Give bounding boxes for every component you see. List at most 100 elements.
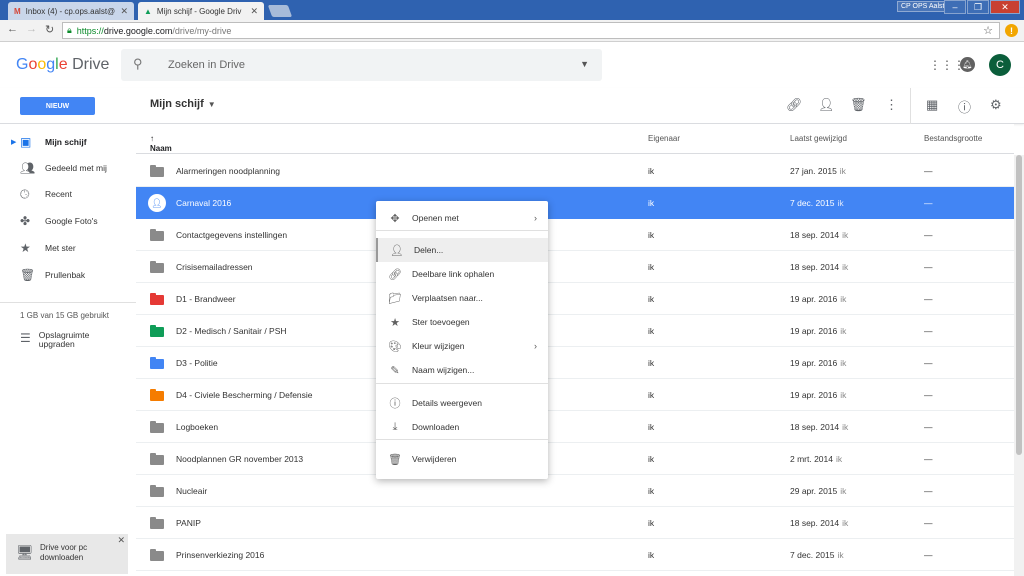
search-options-icon[interactable]: ▼ (580, 59, 589, 69)
maximize-button[interactable]: ❐ (967, 0, 989, 14)
menu-item[interactable]: 🔗︎ Deelbare link ophalen (376, 262, 548, 286)
menu-item[interactable]: 📁︎ Verplaatsen naar... (376, 286, 548, 310)
close-window-button[interactable]: ✕ (990, 0, 1020, 14)
table-row[interactable]: 👤︎ Carnaval 2016 ik 7 dec. 2015 ik — (136, 187, 1014, 219)
new-button[interactable]: NIEUW (20, 97, 95, 115)
column-size[interactable]: Bestandsgrootte (924, 134, 982, 143)
add-person-icon[interactable]: 👤︎ (818, 97, 835, 113)
modified-date: 7 dec. 2015 (790, 198, 835, 208)
new-tab-button[interactable] (267, 5, 293, 17)
column-modified[interactable]: Laatst gewijzigd (790, 134, 847, 143)
settings-gear-icon[interactable]: ⚙ (990, 97, 1002, 113)
menu-item[interactable]: ⓘ Details weergeven (376, 391, 548, 415)
forward-icon[interactable]: → (26, 23, 37, 35)
menu-item-label: Kleur wijzigen (412, 341, 465, 351)
avatar[interactable]: C (989, 54, 1011, 76)
file-modified: 18 sep. 2014 ik (790, 518, 848, 528)
table-row[interactable]: D1 - Brandweer ik 19 apr. 2016 ik — (136, 283, 1014, 315)
file-name[interactable]: Crisisemailadressen (176, 262, 253, 272)
column-name[interactable]: Naam ↑ (150, 134, 172, 153)
star-icon: ★ (390, 316, 400, 329)
tab-drive[interactable]: ▲ Mijn schijf - Google Driv ✕ (138, 2, 264, 20)
column-owner[interactable]: Eigenaar (648, 134, 680, 143)
folder-icon (150, 165, 164, 177)
search-icon[interactable]: ⚲ (133, 56, 143, 72)
folder-icon (150, 453, 164, 465)
menu-divider (376, 439, 548, 440)
menu-item-label: Details weergeven (412, 398, 482, 408)
file-name[interactable]: Alarmeringen noodplanning (176, 166, 280, 176)
file-name[interactable]: Prinsenverkiezing 2016 (176, 550, 264, 560)
file-owner: ik (648, 230, 655, 240)
minimize-button[interactable]: – (944, 0, 966, 14)
file-name[interactable]: PANIP (176, 518, 201, 528)
tab-gmail[interactable]: M Inbox (4) - cp.ops.aalst@ ✕ (8, 2, 134, 20)
sidebar-item-my-drive[interactable]: ▶ ▣ Mijn schijf (0, 129, 136, 155)
file-name[interactable]: D3 - Politie (176, 358, 218, 368)
info-icon[interactable]: ⓘ (958, 97, 971, 116)
sidebar-item-shared[interactable]: 👥︎ Gedeeld met mij (0, 155, 136, 181)
menu-item[interactable]: ⤓ Downloaden (376, 415, 548, 439)
trash-icon[interactable]: 🗑︎ (850, 97, 867, 113)
file-name[interactable]: Noodplannen GR november 2013 (176, 454, 303, 464)
upgrade-storage-link[interactable]: ☰ Opslagruimte upgraden (20, 331, 109, 349)
google-drive-logo[interactable]: Google Drive (16, 56, 109, 74)
table-row[interactable]: D3 - Politie ik 19 apr. 2016 ik — (136, 347, 1014, 379)
grid-view-icon[interactable]: ▦ (926, 97, 938, 113)
reload-icon[interactable]: ↻ (45, 23, 54, 36)
table-row[interactable]: Alarmeringen noodplanning ik 27 jan. 2015 i… (136, 155, 1014, 187)
menu-item-label: Delen... (414, 245, 444, 255)
back-icon[interactable]: ← (7, 23, 18, 35)
table-row[interactable]: Logboeken ik 18 sep. 2014 ik — (136, 411, 1014, 443)
logo-letter: g (46, 56, 56, 73)
modified-by: ik (837, 550, 844, 560)
menu-item[interactable]: ✥ Openen met › (376, 206, 548, 230)
scrollbar[interactable] (1014, 155, 1024, 576)
file-size: — (924, 550, 933, 560)
close-icon[interactable]: ✕ (120, 6, 128, 17)
url-field[interactable]: 🔒︎ https:// drive.google.com /drive/my-d… (62, 22, 1000, 39)
menu-divider (376, 230, 548, 231)
file-name[interactable]: Carnaval 2016 (176, 198, 231, 208)
file-name[interactable]: Contactgegevens instellingen (176, 230, 287, 240)
table-row[interactable]: Prinsenverkiezing 2016 ik 7 dec. 2015 ik — (136, 539, 1014, 571)
link-icon[interactable]: 🔗︎ (786, 97, 803, 113)
search-box[interactable]: ⚲ Zoeken in Drive ▼ (121, 49, 602, 81)
close-icon[interactable]: ✕ (250, 6, 258, 17)
table-row[interactable]: Noodplannen GR november 2013 ik 2 mrt. 201… (136, 443, 1014, 475)
file-name[interactable]: D2 - Medisch / Sanitair / PSH (176, 326, 287, 336)
menu-item[interactable]: ✎ Naam wijzigen... (376, 358, 548, 382)
table-row[interactable]: D4 - Civiele Bescherming / Defensie ik 19 … (136, 379, 1014, 411)
sidebar-item-photos[interactable]: ✤ Google Foto's (0, 208, 136, 234)
file-name[interactable]: D1 - Brandweer (176, 294, 236, 304)
bookmark-star-icon[interactable]: ☆ (983, 24, 993, 37)
menu-item[interactable]: 🗑︎ Verwijderen (376, 447, 548, 471)
download-promo[interactable]: 🖥︎ Drive voor pc downloaden ✕ (6, 534, 128, 574)
table-row[interactable]: Crisisemailadressen ik 18 sep. 2014 ik — (136, 251, 1014, 283)
scrollbar-thumb[interactable] (1016, 155, 1022, 455)
file-name[interactable]: Logboeken (176, 422, 218, 432)
window-user-badge[interactable]: CP OPS Aalst (897, 1, 949, 12)
breadcrumb[interactable]: Mijn schijf ▼ (150, 98, 216, 110)
more-vert-icon[interactable]: ⋮ (885, 97, 898, 113)
modified-by: ik (840, 294, 847, 304)
search-input[interactable]: Zoeken in Drive (168, 59, 245, 71)
notifications-icon[interactable]: 🔔︎ (960, 57, 975, 72)
sidebar-item-trash[interactable]: 🗑︎ Prullenbak (0, 262, 136, 288)
table-row[interactable]: PANIP ik 18 sep. 2014 ik — (136, 507, 1014, 539)
table-row[interactable]: Contactgegevens instellingen ik 18 sep. 20… (136, 219, 1014, 251)
menu-item[interactable]: ★ Ster toevoegen (376, 310, 548, 334)
table-row[interactable]: D2 - Medisch / Sanitair / PSH ik 19 apr. 2… (136, 315, 1014, 347)
expand-arrow-icon[interactable]: ▶ (11, 138, 16, 146)
file-modified: 19 apr. 2016 ik (790, 358, 846, 368)
menu-item[interactable]: 🎨︎ Kleur wijzigen › (376, 334, 548, 358)
menu-item[interactable]: 👤︎ Delen... (376, 238, 548, 262)
file-name[interactable]: Nucleair (176, 486, 207, 496)
sidebar-item-starred[interactable]: ★ Met ster (0, 235, 136, 261)
close-icon[interactable]: ✕ (117, 535, 125, 546)
link-icon: 🔗︎ (388, 268, 402, 281)
table-row[interactable]: Nucleair ik 29 apr. 2015 ik — (136, 475, 1014, 507)
sidebar-item-recent[interactable]: 🕓︎ Recent (0, 181, 136, 207)
file-name[interactable]: D4 - Civiele Bescherming / Defensie (176, 390, 313, 400)
extension-icon[interactable]: ! (1005, 24, 1018, 37)
